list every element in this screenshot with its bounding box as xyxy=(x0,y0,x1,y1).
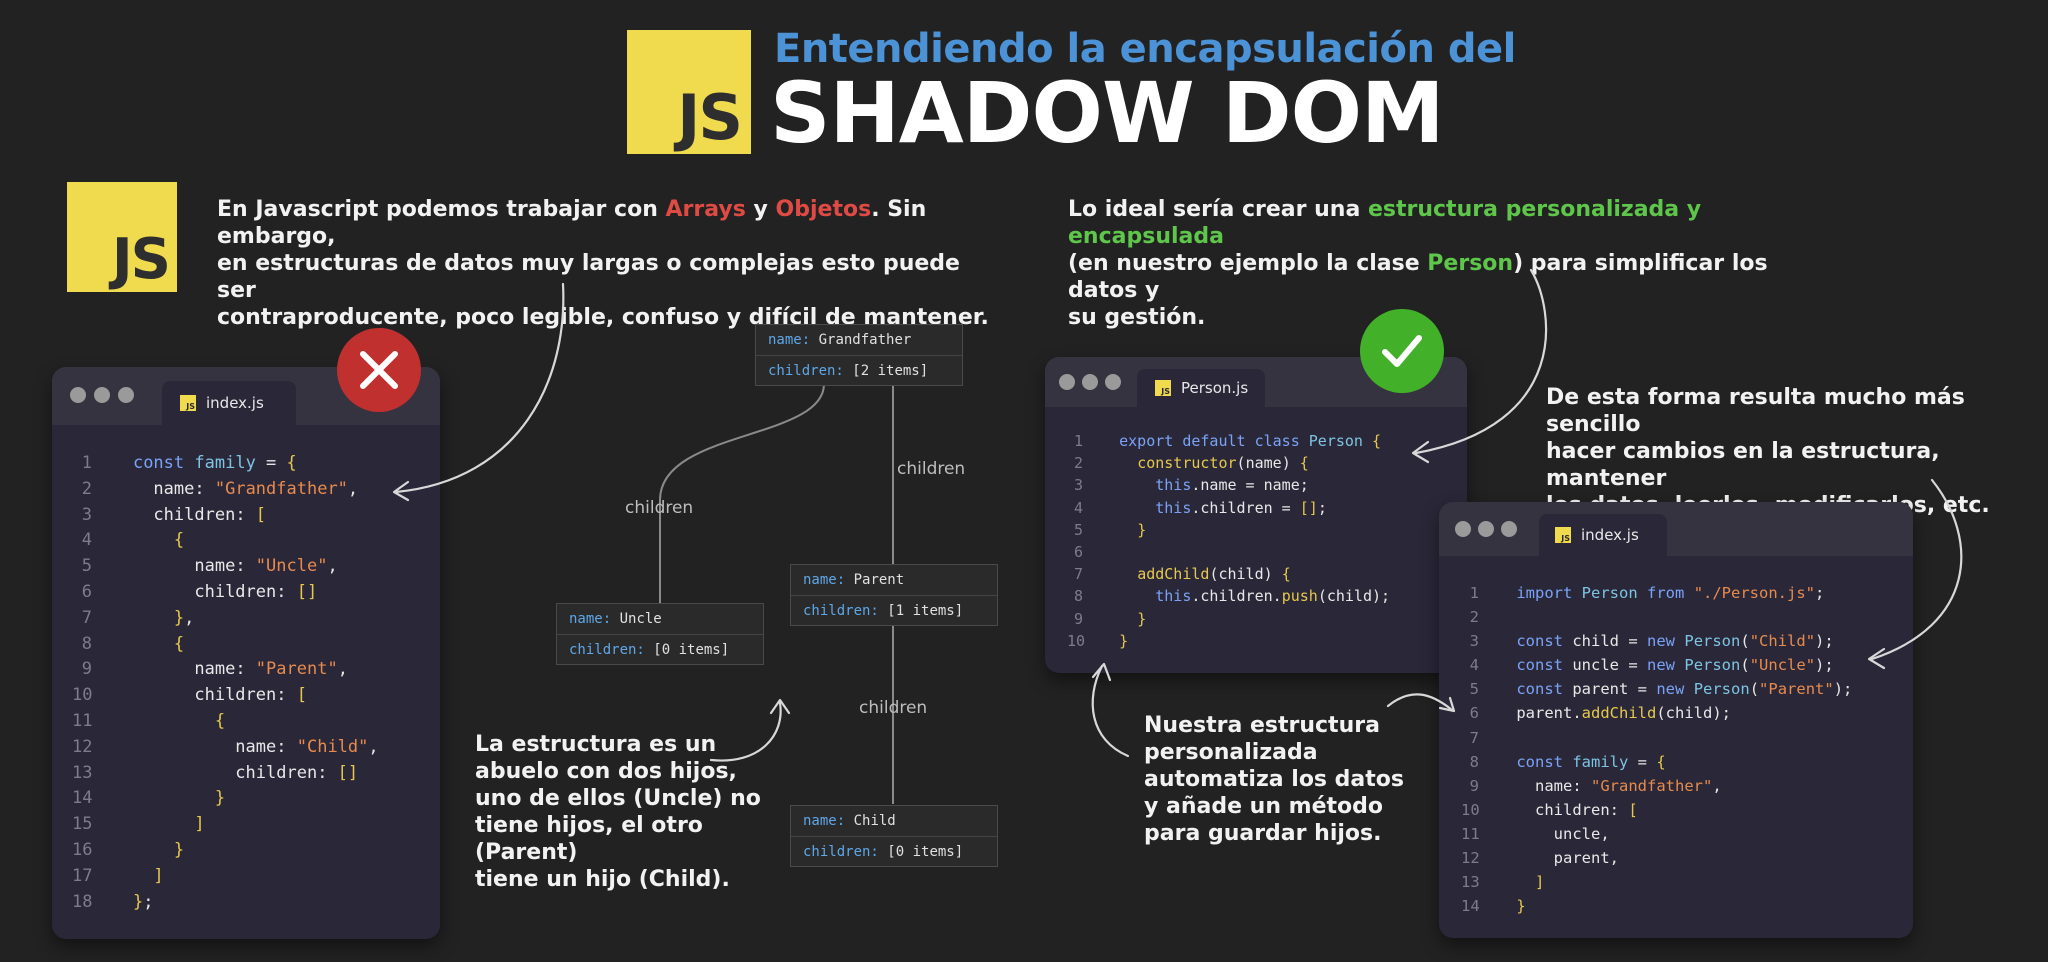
note-bottom-line-4: y añade un método xyxy=(1144,794,1384,819)
tab-label: index.js xyxy=(1581,526,1639,544)
note-center-line-5: tiene un hijo (Child). xyxy=(475,867,730,892)
tab-index-js[interactable]: JS index.js xyxy=(1539,514,1667,556)
note-bottom-line-2: personalizada xyxy=(1144,740,1318,765)
node-key: children: xyxy=(768,363,844,379)
node-child: name: Child children: [0 items] xyxy=(790,805,998,867)
window-dot-3 xyxy=(1501,521,1517,537)
note-center-line-1: La estructura es un xyxy=(475,732,717,757)
window-dot-2 xyxy=(1478,521,1494,537)
note-center-line-4: tiene hijos, el otro (Parent) xyxy=(475,813,703,865)
node-key: name: xyxy=(569,611,612,627)
code-person-usage: 1 import Person from "./Person.js"; 2 3 … xyxy=(1461,584,1853,916)
node-name: Uncle xyxy=(619,611,662,627)
code-person-class: 1 export default class Person { 2 constr… xyxy=(1067,432,1391,650)
node-key: name: xyxy=(768,332,811,348)
note-bottom-line-3: automatiza los datos xyxy=(1144,767,1405,792)
edge-label-parent: children xyxy=(897,459,966,479)
node-parent: name: Parent children: [1 items] xyxy=(790,564,998,626)
node-key: children: xyxy=(569,642,645,658)
node-name: Child xyxy=(853,813,896,829)
node-key: name: xyxy=(803,572,846,588)
note-bottom-line-1: Nuestra estructura xyxy=(1144,713,1380,738)
edge-label-uncle: children xyxy=(625,498,694,518)
tab-label: Person.js xyxy=(1181,379,1249,397)
note-center-line-2: abuelo con dos hijos, xyxy=(475,759,737,784)
window-dot-2 xyxy=(1082,374,1098,390)
node-children: [0 items] xyxy=(887,844,964,860)
window-dot-1 xyxy=(1455,521,1471,537)
note-bottom-line-5: para guardar hijos. xyxy=(1144,821,1382,846)
node-key: children: xyxy=(803,603,879,619)
note-bottom: Nuestra estructura personalizada automat… xyxy=(1144,712,1404,847)
node-name: Grandfather xyxy=(818,332,912,348)
node-children: [2 items] xyxy=(852,363,929,379)
js-file-icon: JS xyxy=(1155,380,1171,396)
node-children: [0 items] xyxy=(653,642,730,658)
node-grandfather: name: Grandfather children: [2 items] xyxy=(755,324,963,386)
note-center: La estructura es un abuelo con dos hijos… xyxy=(475,731,775,893)
code-window-person-class: JS Person.js 1 export default class Pers… xyxy=(1045,357,1467,673)
edge-label-child: children xyxy=(859,698,928,718)
node-key: children: xyxy=(803,844,879,860)
node-key: name: xyxy=(803,813,846,829)
js-file-icon: JS xyxy=(1555,527,1571,543)
window-dot-1 xyxy=(1059,374,1075,390)
node-name: Parent xyxy=(853,572,905,588)
note-center-line-3: uno de ellos (Uncle) no xyxy=(475,786,761,811)
code-window-person-usage: JS index.js 1 import Person from "./Pers… xyxy=(1439,502,1913,938)
window-dot-3 xyxy=(1105,374,1121,390)
node-children: [1 items] xyxy=(887,603,964,619)
check-icon xyxy=(1360,309,1444,393)
node-uncle: name: Uncle children: [0 items] xyxy=(556,603,764,665)
tab-person-js[interactable]: JS Person.js xyxy=(1137,369,1265,407)
